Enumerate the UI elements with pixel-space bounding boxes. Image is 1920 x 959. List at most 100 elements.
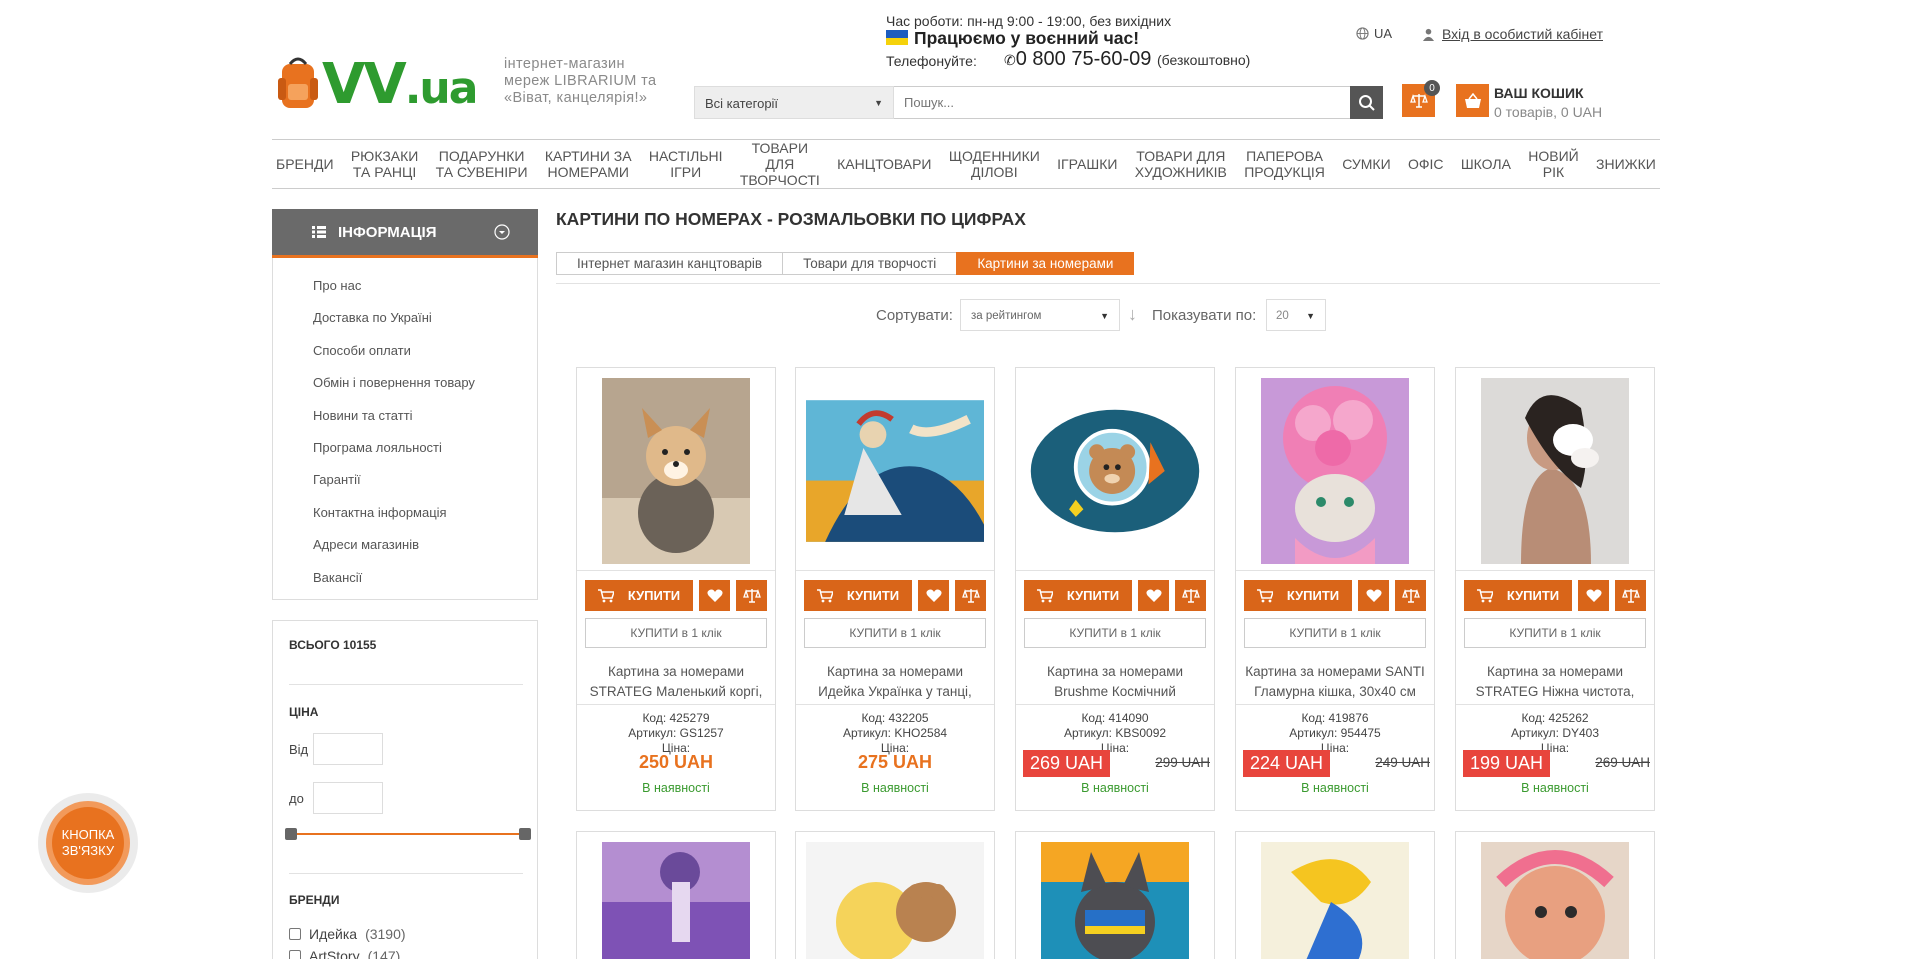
buy-button[interactable]: КУПИТИ <box>804 580 912 611</box>
checkbox[interactable] <box>289 950 301 959</box>
nav-item[interactable]: ТОВАРИ ДЛЯ ХУДОЖНИКІВ <box>1131 148 1231 180</box>
product-name[interactable]: Картина за номерами STRATEG Ніжна чистот… <box>1462 662 1648 702</box>
product-image[interactable] <box>1246 842 1424 959</box>
buy-one-click-button[interactable]: КУПИТИ в 1 клік <box>1024 618 1206 648</box>
phone-number[interactable]: ✆0 800 75-60-09 (безкоштовно) <box>1004 48 1250 71</box>
nav-item[interactable]: РЮКЗАКИ ТА РАНЦІ <box>347 148 423 180</box>
category-select-value: Всі категорії <box>705 96 779 111</box>
divider <box>556 283 1660 284</box>
info-menu-link[interactable]: Адреси магазинів <box>313 537 419 552</box>
product-name[interactable]: Картина за номерами STRATEG Маленький ко… <box>583 662 769 702</box>
wishlist-button[interactable] <box>699 580 730 611</box>
compare-button[interactable] <box>955 580 986 611</box>
compare-button[interactable] <box>1615 580 1646 611</box>
product-image[interactable] <box>587 842 765 959</box>
info-menu-link[interactable]: Контактна інформація <box>313 505 447 520</box>
price-slider-track[interactable] <box>291 833 527 835</box>
product-image[interactable] <box>1466 378 1644 564</box>
nav-item[interactable]: ЩОДЕННИКИ ДІЛОВІ <box>945 148 1044 180</box>
contact-button[interactable]: КНОПКА ЗВ'ЯЗКУ <box>46 801 130 885</box>
nav-item[interactable]: НАСТІЛЬНІ ІГРИ <box>645 148 727 180</box>
chevron-circle-down-icon <box>494 224 510 240</box>
search-button[interactable] <box>1350 86 1383 119</box>
breadcrumb-item[interactable]: Товари для творчості <box>782 252 958 275</box>
product-image[interactable] <box>1026 842 1204 959</box>
compare-button[interactable] <box>1395 580 1426 611</box>
nav-item[interactable]: НОВИЙ РІК <box>1524 148 1582 180</box>
product-name[interactable]: Картина за номерами SANTI Гламурна кішка… <box>1242 662 1428 702</box>
buy-button-label: КУПИТИ <box>1506 588 1560 603</box>
brand-filter-item[interactable]: Идейка (3190) <box>289 926 406 942</box>
product-article: Артикул: GS1257 <box>628 726 724 740</box>
info-menu-link[interactable]: Гарантії <box>313 472 361 487</box>
buy-one-click-button[interactable]: КУПИТИ в 1 клік <box>1464 618 1646 648</box>
sort-select[interactable]: за рейтингом ▼ <box>960 299 1120 331</box>
info-menu-link[interactable]: Новини та статті <box>313 408 413 423</box>
cart-button[interactable] <box>1456 84 1489 117</box>
info-menu-header[interactable]: ІНФОРМАЦІЯ <box>272 209 538 258</box>
contact-button-label: КНОПКА ЗВ'ЯЗКУ <box>52 807 124 879</box>
price-slider-max-handle[interactable] <box>519 828 531 840</box>
nav-item[interactable]: БРЕНДИ <box>272 156 338 172</box>
info-menu-link[interactable]: Вакансії <box>313 570 362 585</box>
brand-name: ArtStory <box>309 948 360 959</box>
product-image[interactable] <box>1246 378 1424 564</box>
nav-item[interactable]: СУМКИ <box>1338 156 1394 172</box>
divider <box>1016 570 1214 571</box>
nav-item[interactable]: ТОВАРИ ДЛЯ ТВОРЧОСТІ <box>736 140 824 188</box>
scales-icon <box>1181 588 1200 603</box>
compare-button[interactable] <box>736 580 767 611</box>
compare-button[interactable] <box>1175 580 1206 611</box>
info-menu-link[interactable]: Про нас <box>313 278 361 293</box>
info-menu-link[interactable]: Програма лояльності <box>313 440 442 455</box>
buy-button-label: КУПИТИ <box>846 588 900 603</box>
checkbox[interactable] <box>289 928 301 940</box>
product-name[interactable]: Картина за номерами Идейка Українка у та… <box>802 662 988 702</box>
heart-icon <box>706 589 723 602</box>
price-from-input[interactable] <box>313 733 383 765</box>
cart-title[interactable]: ВАШ КОШИК <box>1494 85 1584 101</box>
login-link[interactable]: Вхід в особистий кабінет <box>1422 26 1603 42</box>
product-image[interactable] <box>587 378 765 564</box>
product-name[interactable]: Картина за номерами Brushme Космічний <box>1022 662 1208 702</box>
wishlist-button[interactable] <box>1578 580 1609 611</box>
info-menu-link[interactable]: Обмін і повернення товару <box>313 375 475 390</box>
info-menu-link[interactable]: Способи оплати <box>313 343 411 358</box>
wishlist-button[interactable] <box>1358 580 1389 611</box>
nav-item[interactable]: КАРТИНИ ЗА НОМЕРАМИ <box>541 148 636 180</box>
wishlist-button[interactable] <box>918 580 949 611</box>
buy-button[interactable]: КУПИТИ <box>1024 580 1132 611</box>
buy-button[interactable]: КУПИТИ <box>1244 580 1352 611</box>
site-logo[interactable]: VV.ua інтернет-магазин мереж LIBRARIUM т… <box>272 50 672 120</box>
nav-item[interactable]: ОФІС <box>1404 156 1448 172</box>
buy-button[interactable]: КУПИТИ <box>1464 580 1572 611</box>
buy-button[interactable]: КУПИТИ <box>585 580 693 611</box>
info-menu-link[interactable]: Доставка по Україні <box>313 310 432 325</box>
nav-item[interactable]: ПАПЕРОВА ПРОДУКЦІЯ <box>1240 148 1329 180</box>
product-image[interactable] <box>806 842 984 959</box>
nav-item[interactable]: ЗНИЖКИ <box>1592 156 1660 172</box>
product-image[interactable] <box>806 378 984 564</box>
nav-item[interactable]: КАНЦТОВАРИ <box>833 156 935 172</box>
buy-one-click-button[interactable]: КУПИТИ в 1 клік <box>804 618 986 648</box>
buy-one-click-button[interactable]: КУПИТИ в 1 клік <box>585 618 767 648</box>
buy-one-click-button[interactable]: КУПИТИ в 1 клік <box>1244 618 1426 648</box>
search-input[interactable] <box>894 86 1352 119</box>
product-image[interactable] <box>1466 842 1644 959</box>
page-title: КАРТИНИ ПО НОМЕРАХ - РОЗМАЛЬОВКИ ПО ЦИФР… <box>556 209 1026 229</box>
product-image[interactable] <box>1026 378 1204 564</box>
nav-item[interactable]: ІГРАШКИ <box>1053 156 1121 172</box>
nav-item[interactable]: ШКОЛА <box>1457 156 1515 172</box>
chevron-down-icon: ▼ <box>1100 311 1109 321</box>
price-to-input[interactable] <box>313 782 383 814</box>
breadcrumb-item[interactable]: Інтернет магазин канцтоварів <box>556 252 784 275</box>
per-page-select[interactable]: 20 ▼ <box>1266 299 1326 331</box>
sort-direction-icon[interactable]: ↓ <box>1128 304 1137 325</box>
wishlist-button[interactable] <box>1138 580 1169 611</box>
brand-filter-item[interactable]: ArtStory (147) <box>289 948 400 959</box>
category-select[interactable]: Всі категорії ▼ <box>694 86 894 119</box>
price-slider-min-handle[interactable] <box>285 828 297 840</box>
nav-item[interactable]: ПОДАРУНКИ ТА СУВЕНІРИ <box>432 148 532 180</box>
language-switcher[interactable]: UA <box>1356 26 1392 41</box>
buy-button-label: КУПИТИ <box>627 588 681 603</box>
